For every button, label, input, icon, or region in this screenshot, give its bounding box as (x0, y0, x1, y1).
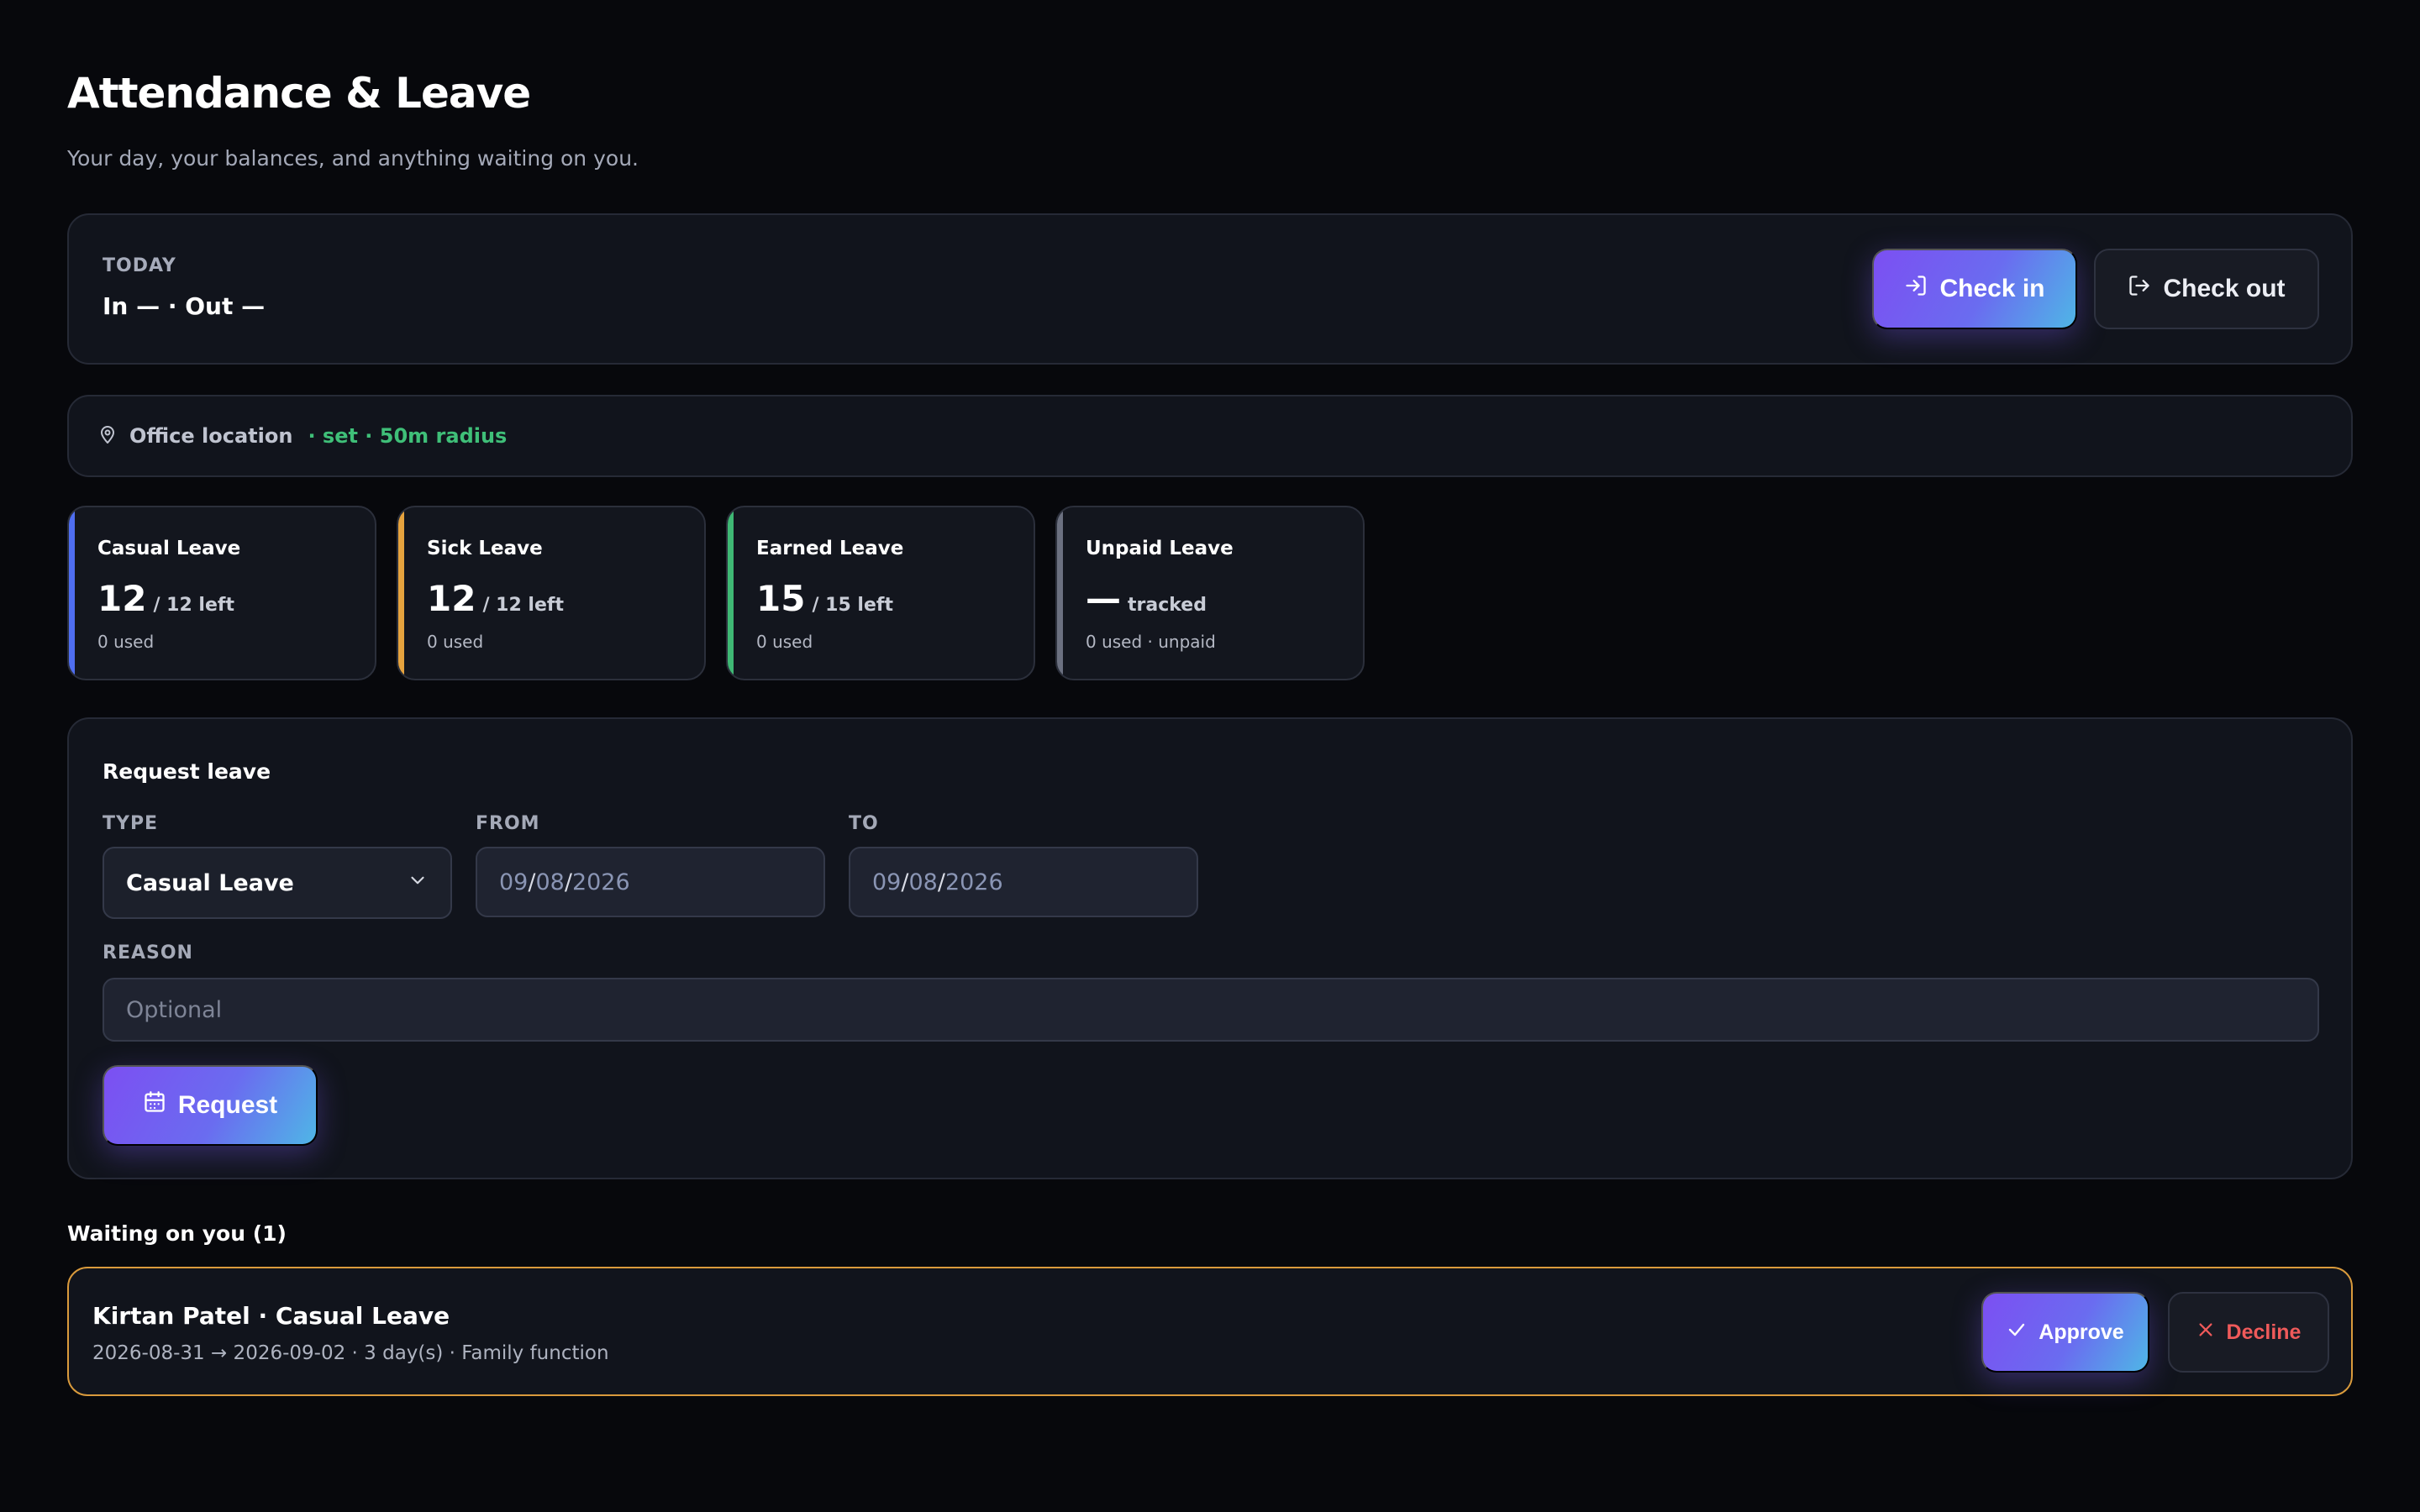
date-separator: / (564, 869, 572, 895)
leave-card-left: / 12 left (482, 595, 564, 616)
today-status: In — · Out — (103, 292, 266, 320)
pending-request-title: Kirtan Patel · Casual Leave (92, 1302, 450, 1330)
decline-label: Decline (2226, 1320, 2302, 1344)
request-button[interactable]: Request (103, 1065, 318, 1146)
attendance-page: Attendance & Leave Your day, your balanc… (0, 0, 2420, 1512)
leave-card-used: 0 used (97, 632, 155, 652)
reason-input[interactable]: Optional (103, 978, 2319, 1042)
chevron-down-icon (407, 869, 429, 897)
office-location-bar: Office location · set · 50m radius (67, 395, 2353, 477)
to-date-input[interactable]: 09/08/2026 (849, 847, 1198, 917)
from-date-day[interactable]: 08 (535, 869, 564, 895)
request-leave-title: Request leave (103, 759, 271, 784)
leave-card-used: 0 used (427, 632, 484, 652)
check-in-button[interactable]: Check in (1872, 249, 2077, 329)
leave-type-value: Casual Leave (126, 869, 294, 896)
type-label: TYPE (103, 813, 159, 834)
from-date-year[interactable]: 2026 (572, 869, 630, 895)
from-label: FROM (476, 813, 540, 834)
request-button-label: Request (177, 1091, 278, 1119)
approve-button[interactable]: Approve (1981, 1292, 2149, 1373)
leave-card-sick: Sick Leave 12 / 12 left 0 used (397, 506, 706, 680)
leave-card-value: 12 (427, 578, 476, 619)
decline-button[interactable]: Decline (2168, 1292, 2329, 1373)
leave-card-name: Sick Leave (427, 538, 543, 559)
page-title: Attendance & Leave (67, 69, 531, 118)
today-label: TODAY (103, 255, 176, 276)
leave-card-name: Casual Leave (97, 538, 241, 559)
login-icon (1904, 274, 1928, 304)
logout-icon (2128, 274, 2151, 304)
office-location-label: Office location (129, 424, 293, 448)
from-date-month[interactable]: 09 (499, 869, 528, 895)
pending-request-detail: 2026-08-31 → 2026-09-02 · 3 day(s) · Fam… (92, 1342, 609, 1364)
to-label: TO (849, 813, 879, 834)
leave-card-value: — (1086, 578, 1121, 619)
reason-label: REASON (103, 942, 193, 963)
calendar-icon (143, 1090, 166, 1121)
leave-card-left: / 12 left (153, 595, 234, 616)
leave-card-left: tracked (1128, 595, 1207, 616)
date-separator: / (901, 869, 909, 895)
pending-request-card: Kirtan Patel · Casual Leave 2026-08-31 →… (67, 1267, 2353, 1396)
check-out-button[interactable]: Check out (2094, 249, 2319, 329)
office-location-status: · set · 50m radius (308, 424, 508, 448)
waiting-title: Waiting on you (1) (67, 1221, 287, 1246)
leave-card-casual: Casual Leave 12 / 12 left 0 used (67, 506, 376, 680)
leave-card-unpaid: Unpaid Leave — tracked 0 used · unpaid (1055, 506, 1365, 680)
approve-label: Approve (2039, 1320, 2124, 1344)
request-leave-form: Request leave TYPE Casual Leave FROM 09/… (67, 717, 2353, 1179)
page-subtitle: Your day, your balances, and anything wa… (67, 146, 639, 171)
date-separator: / (528, 869, 536, 895)
map-pin-icon (97, 424, 118, 448)
leave-card-used: 0 used · unpaid (1086, 632, 1216, 652)
leave-card-name: Earned Leave (756, 538, 904, 559)
close-icon (2196, 1320, 2215, 1345)
check-out-label: Check out (2163, 275, 2286, 302)
to-date-month[interactable]: 09 (872, 869, 901, 895)
check-icon (2007, 1320, 2027, 1346)
from-date-input[interactable]: 09/08/2026 (476, 847, 825, 917)
leave-card-value: 15 (756, 578, 806, 619)
leave-card-earned: Earned Leave 15 / 15 left 0 used (726, 506, 1035, 680)
leave-card-value: 12 (97, 578, 147, 619)
leave-card-used: 0 used (756, 632, 813, 652)
to-date-year[interactable]: 2026 (945, 869, 1003, 895)
leave-type-select[interactable]: Casual Leave (103, 847, 452, 919)
reason-placeholder: Optional (126, 996, 223, 1023)
leave-card-name: Unpaid Leave (1086, 538, 1234, 559)
check-in-label: Check in (1939, 275, 2045, 302)
today-panel: TODAY In — · Out — Check in Check out (67, 213, 2353, 365)
leave-card-left: / 15 left (812, 595, 893, 616)
to-date-day[interactable]: 08 (908, 869, 937, 895)
date-separator: / (937, 869, 945, 895)
